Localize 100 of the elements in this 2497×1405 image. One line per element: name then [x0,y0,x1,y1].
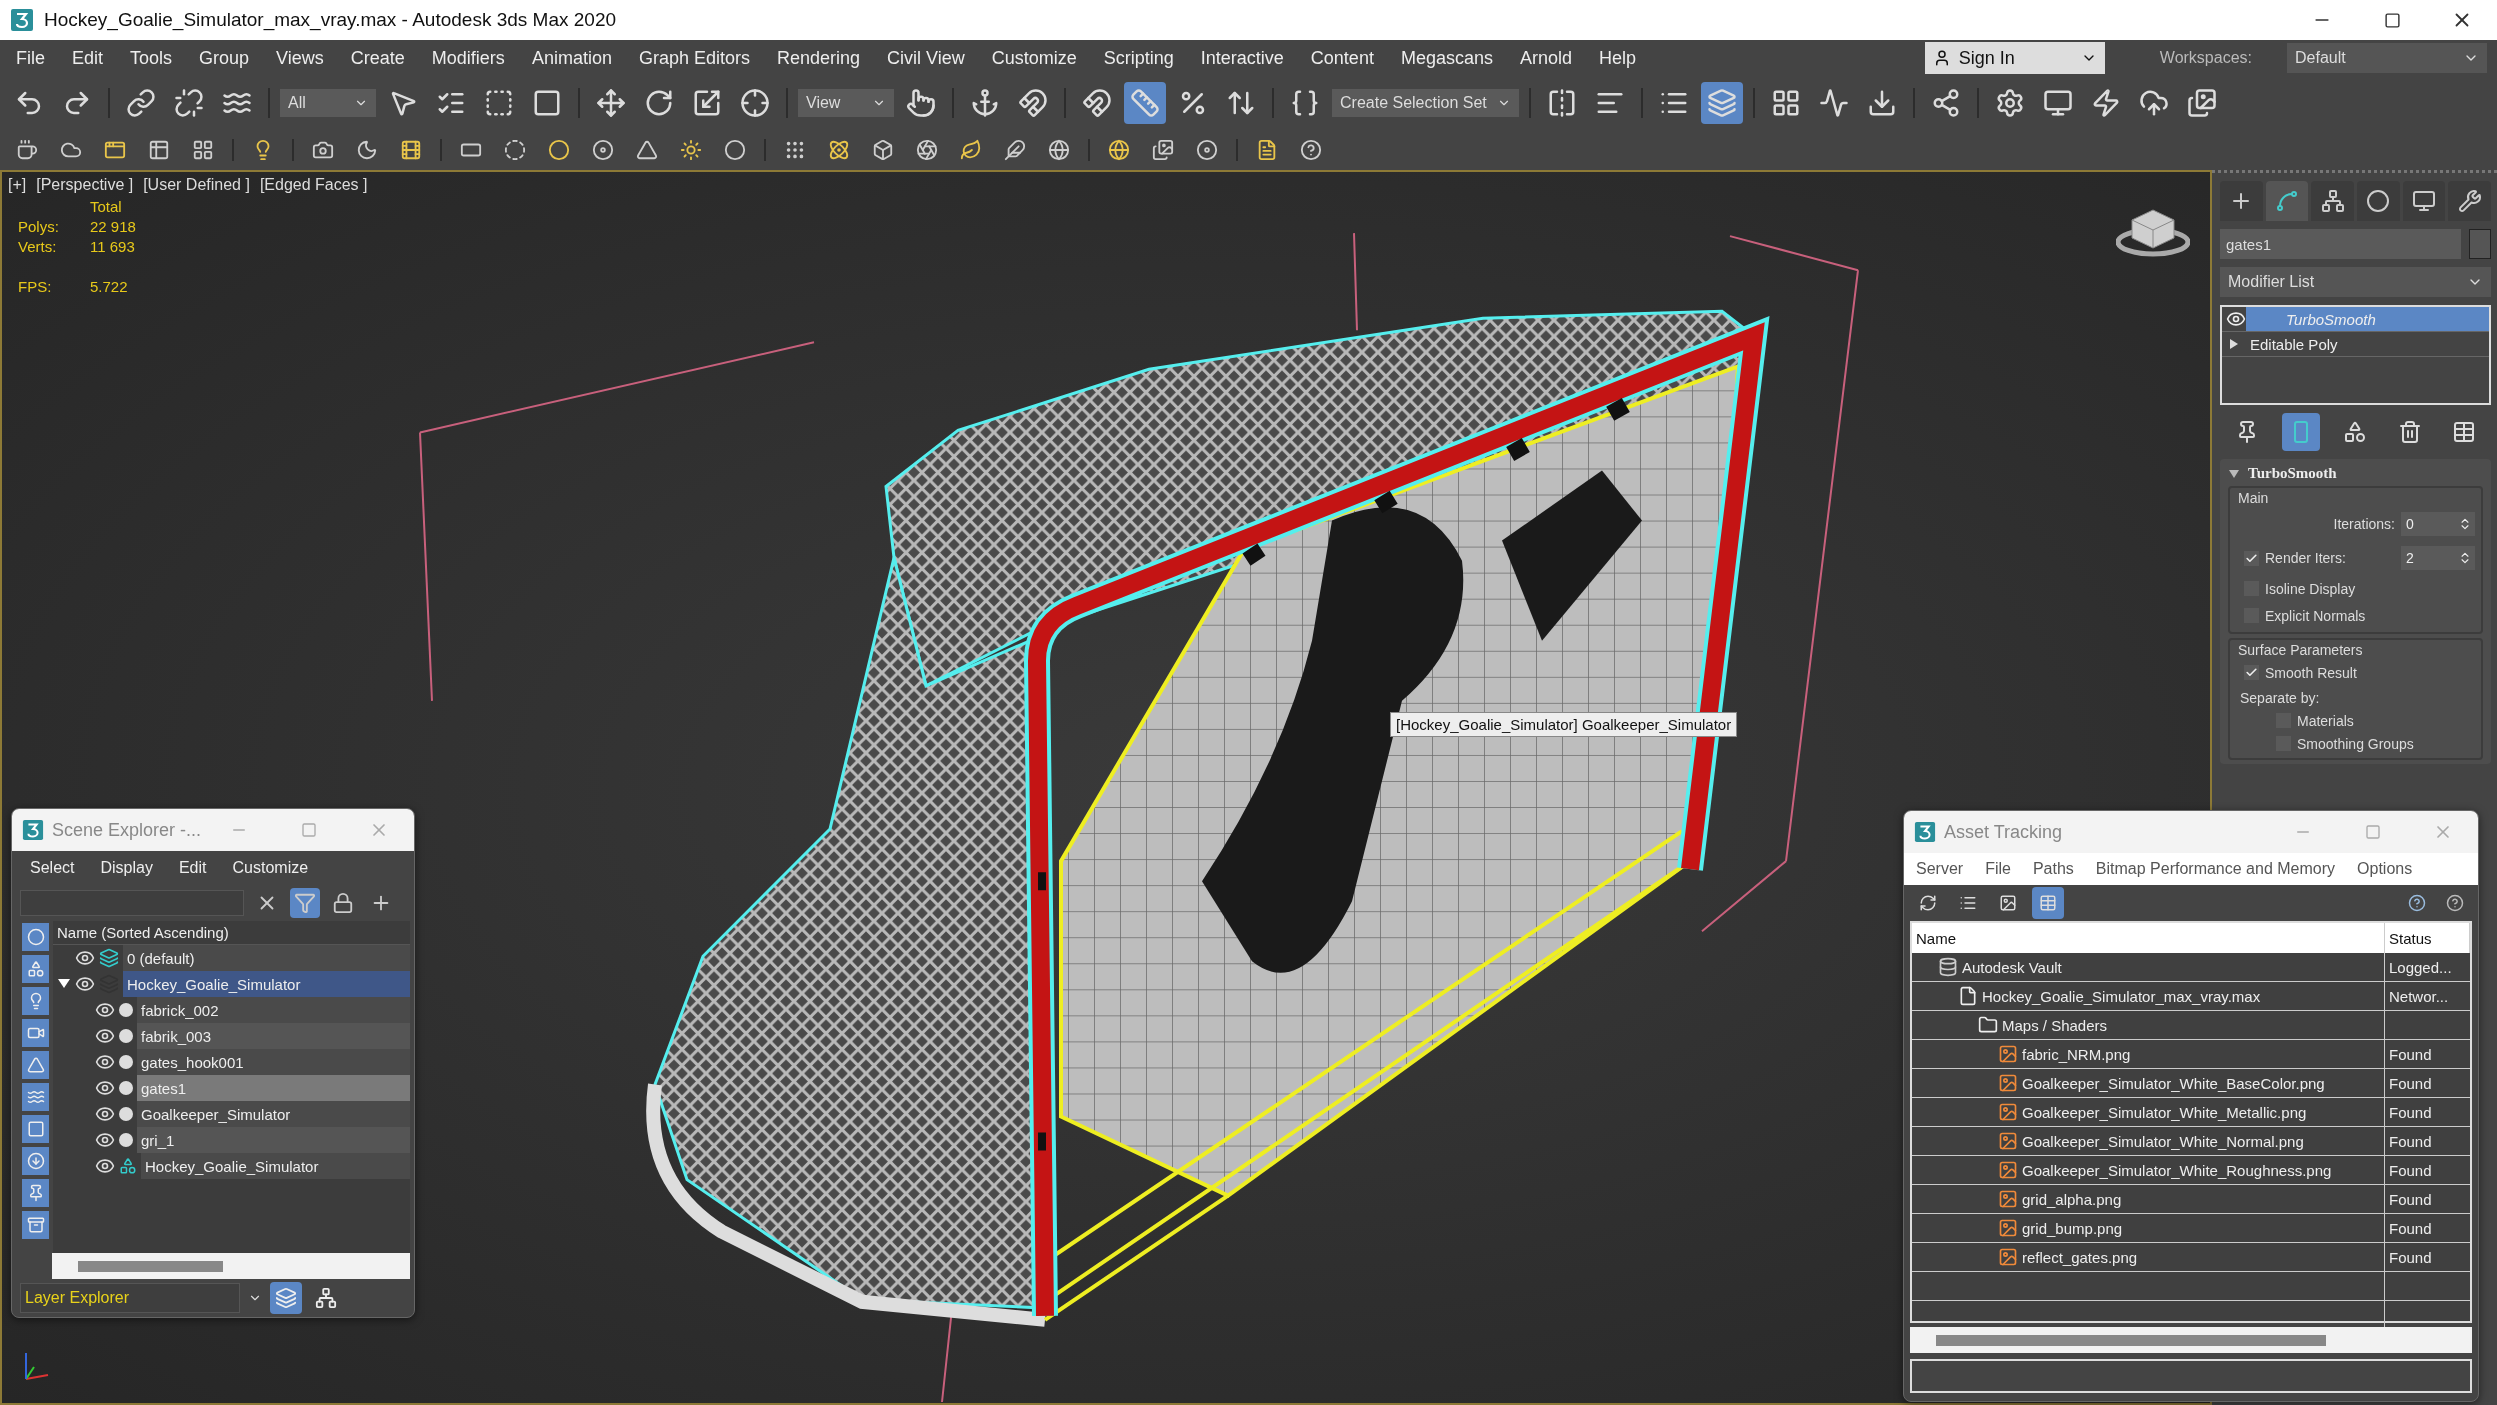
box-icon[interactable] [22,1211,49,1239]
menu-item[interactable]: Options [2357,860,2413,878]
square-icon[interactable] [22,1115,49,1143]
menu-item[interactable]: Interactive [1200,47,1284,69]
tree-item[interactable]: gates_hook001 [137,1049,410,1075]
color-swatch[interactable] [2469,229,2491,259]
object-dot-icon [119,1107,133,1121]
checkbox[interactable] [2244,550,2259,566]
asset-name[interactable]: reflect_gates.png [2022,1248,2138,1266]
modifier-list-dropdown[interactable]: Modifier List [2220,267,2491,297]
menu-item[interactable]: File [1985,860,2011,878]
menu-item[interactable]: Modifiers [431,47,505,69]
pin-icon[interactable] [22,1179,49,1207]
group-label: Separate by: [2240,689,2320,706]
eye-icon[interactable] [95,1000,115,1020]
eye-icon[interactable] [2226,309,2246,329]
eye-icon[interactable] [95,1104,115,1124]
asset-name[interactable]: fabric_NRM.png [2022,1045,2131,1063]
column-header[interactable]: Status [2385,923,2470,953]
menu-item[interactable]: Animation [531,47,612,69]
monitor-icon[interactable] [2402,181,2446,221]
menu-item[interactable]: Paths [2032,860,2074,878]
checkbox-label: Explicit Normals [2265,607,2366,624]
field-label: Render Iters: [2265,550,2347,566]
menu-item[interactable]: Rendering [777,47,861,69]
layers-icon[interactable] [1700,82,1743,124]
toolbar-dropdown[interactable]: View [798,89,894,117]
tree-item[interactable]: fabrick_002 [137,997,410,1023]
horizontal-scrollbar[interactable] [1910,1327,2472,1353]
menu-item[interactable]: Megascans [1400,47,1493,69]
menu-item[interactable]: Tools [130,47,173,69]
toolbar-dropdown[interactable]: All [280,89,376,117]
menu-item[interactable]: Edit [72,47,104,69]
object-dot-icon [119,1133,133,1147]
eye-icon[interactable] [95,1078,115,1098]
asset-name[interactable]: grid_alpha.png [2022,1190,2122,1208]
tree-item[interactable]: 0 (default) [123,945,410,971]
table-icon[interactable] [2032,887,2064,919]
menu-item[interactable]: Create [350,47,405,69]
modifier-item[interactable]: Editable Poly [2240,332,2489,356]
eye-icon[interactable] [75,948,95,968]
layers-icon[interactable] [270,1282,302,1314]
hierarchy-icon[interactable] [2311,181,2354,221]
tree-item[interactable]: Hockey_Goalie_Simulator [123,971,410,997]
checkbox-label: Smooth Result [2265,664,2357,681]
waves-icon[interactable] [22,1083,49,1111]
sign-in-dropdown[interactable]: Sign In [1924,42,2105,74]
asset-name[interactable]: Maps / Shaders [2002,1016,2108,1034]
eye-icon[interactable] [95,1156,115,1176]
menu-item[interactable]: Content [1310,47,1374,69]
menu-item[interactable]: Select [30,859,75,877]
menu-item[interactable]: Arnold [1519,47,1572,69]
menu-item[interactable]: Server [1916,860,1964,878]
tree-item[interactable]: fabrik_003 [137,1023,410,1049]
spinner-field[interactable]: 2 [2401,546,2475,570]
expand-triangle-icon[interactable] [57,978,71,990]
viewport-label[interactable]: [User Defined ] [143,176,250,194]
object-name-field[interactable]: gates1 [2220,229,2461,259]
eye-icon[interactable] [95,1026,115,1046]
asset-name[interactable]: Autodesk Vault [1962,958,2062,976]
tree-item[interactable]: gates1 [137,1075,410,1101]
tree-item[interactable]: Hockey_Goalie_Simulator [141,1153,410,1179]
menu-item[interactable]: Help [1599,47,1636,69]
toolbar-dropdown[interactable]: Create Selection Set [1332,89,1519,117]
shapes-icon[interactable] [22,955,49,983]
menu-item[interactable]: Customize [232,859,309,877]
horizontal-scrollbar[interactable] [52,1253,410,1279]
asset-name[interactable]: grid_bump.png [2022,1219,2123,1237]
eye-icon[interactable] [95,1052,115,1072]
expand-triangle-icon[interactable] [2228,338,2240,350]
checkbox[interactable] [2244,665,2259,680]
menu-item[interactable]: Graph Editors [638,47,750,69]
workspaces-dropdown[interactable]: Default [2287,43,2487,73]
curve-icon[interactable] [2265,181,2309,221]
spinner-field[interactable]: 0 [2401,512,2475,536]
eye-icon[interactable] [75,974,95,994]
viewport-label[interactable]: [Perspective ] [36,176,134,194]
menu-item[interactable]: Edit [178,859,207,877]
menu-item[interactable]: Customize [991,47,1077,69]
lightbulb-icon[interactable] [22,987,49,1015]
eye-icon[interactable] [95,1130,115,1150]
tree-item[interactable]: Goalkeeper_Simulator [137,1101,410,1127]
viewport-label[interactable]: [Edged Faces ] [259,176,368,194]
viewport-label[interactable]: [+] [8,176,27,194]
rollout-header[interactable]: TurboSmooth [2228,465,2483,482]
path-field[interactable] [1910,1359,2472,1393]
menu-item[interactable]: Views [276,47,324,69]
menu-item[interactable]: Scripting [1103,47,1174,69]
explorer-dropdown[interactable]: Layer Explorer [20,1283,240,1313]
plus-icon[interactable] [2220,181,2263,221]
menu-item[interactable]: Display [100,859,153,877]
column-icon[interactable] [2282,413,2321,451]
camera-icon[interactable] [22,1019,49,1047]
menu-item[interactable]: Civil View [887,47,965,69]
menu-item[interactable]: File [16,47,45,69]
tree-item[interactable]: gri_1 [137,1127,410,1153]
filter-icon[interactable] [290,888,320,918]
column-header[interactable]: Name [1912,923,2385,953]
menu-item[interactable]: Group [199,47,250,69]
wrench-icon[interactable] [2448,181,2492,221]
